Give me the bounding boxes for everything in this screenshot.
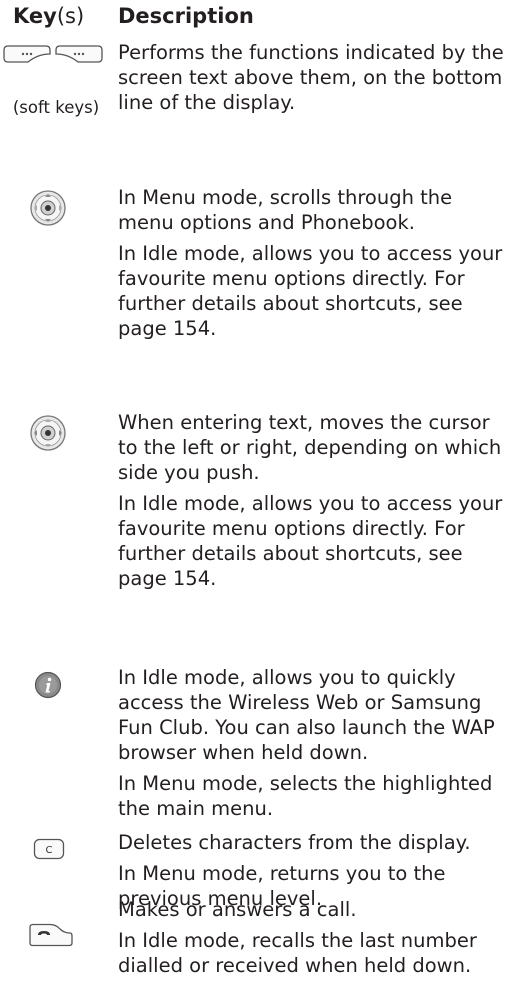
row-description: In Idle mode, allows you to quickly acce… — [118, 666, 495, 820]
navigation-key-left-right-icon — [30, 415, 66, 451]
clear-key-label: C — [46, 845, 53, 856]
soft-keys-caption: (soft keys) — [12, 98, 100, 117]
info-key-icon — [34, 671, 62, 699]
navigation-key-up-down-icon — [30, 190, 66, 226]
row-description: In Menu mode, scrolls through the menu o… — [118, 186, 503, 340]
table-header: Key(s) Description — [0, 4, 518, 32]
soft-keys-icon — [3, 45, 103, 63]
row-description: Performs the functions indicated by the … — [118, 41, 504, 114]
dial-key-icon — [29, 923, 73, 947]
clear-key-icon: C — [33, 838, 65, 860]
row-description: Makes or answers a call. In Idle mode, r… — [118, 898, 477, 977]
description-column-header: Description — [118, 4, 254, 28]
row-description: When entering text, moves the cursor to … — [118, 411, 503, 590]
key-column-header: Key(s) — [13, 4, 85, 28]
